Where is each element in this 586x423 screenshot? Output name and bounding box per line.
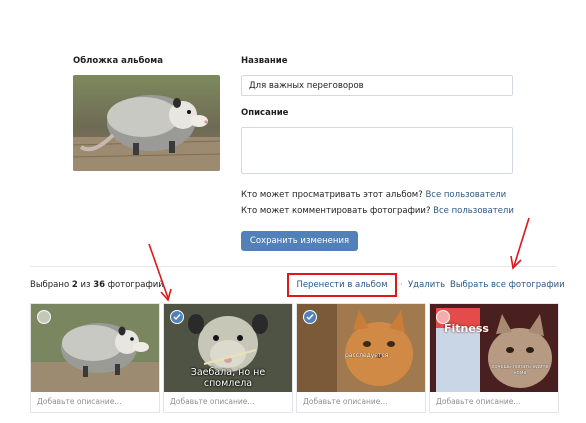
photo-caption[interactable]: Добавьте описание... bbox=[436, 397, 521, 406]
album-cover-image[interactable] bbox=[73, 75, 220, 171]
album-description-input[interactable] bbox=[241, 127, 513, 174]
privacy-view-question: Кто может просматривать этот альбом? bbox=[241, 190, 423, 200]
divider bbox=[30, 266, 556, 267]
photo-card[interactable]: Заебала, но не спомлела Добавьте описани… bbox=[163, 303, 293, 413]
fitness-brand-text: Fitness bbox=[444, 322, 489, 335]
cover-label: Обложка альбома bbox=[73, 56, 163, 66]
total-count: 36 bbox=[93, 280, 106, 290]
move-to-album-button[interactable]: Перенести в альбом bbox=[287, 273, 397, 297]
selection-count: Выбрано 2 из 36 фотографий bbox=[30, 280, 164, 290]
photo-card[interactable]: Добавьте описание... bbox=[30, 303, 160, 413]
photo-thumbnail[interactable]: Заебала, но не спомлела bbox=[164, 304, 292, 392]
checkmark-icon bbox=[173, 314, 181, 321]
select-all-button[interactable]: Выбрать все фотографии bbox=[450, 280, 565, 290]
photo-overlay-text: расследуется bbox=[345, 352, 389, 359]
separator: · bbox=[400, 280, 403, 290]
red-arrow-icon bbox=[148, 243, 172, 302]
selection-suffix: фотографий bbox=[107, 280, 164, 290]
select-checkbox-checked[interactable] bbox=[170, 310, 184, 324]
move-to-album-label: Перенести в альбом bbox=[296, 280, 388, 290]
selection-prefix: Выбрано bbox=[30, 280, 70, 290]
select-checkbox-checked[interactable] bbox=[303, 310, 317, 324]
selection-middle: из bbox=[80, 280, 91, 290]
photo-caption[interactable]: Добавьте описание... bbox=[170, 397, 255, 406]
title-label: Название bbox=[241, 56, 288, 66]
separator: · bbox=[441, 280, 444, 290]
description-label: Описание bbox=[241, 108, 289, 118]
photo-card[interactable]: расследуется Добавьте описание... bbox=[296, 303, 426, 413]
privacy-comment-question: Кто может комментировать фотографии? bbox=[241, 206, 431, 216]
select-checkbox[interactable] bbox=[37, 310, 51, 324]
privacy-view-link[interactable]: Все пользователи bbox=[425, 190, 506, 200]
album-title-input[interactable] bbox=[241, 75, 513, 96]
select-checkbox[interactable] bbox=[436, 310, 450, 324]
photo-thumbnail[interactable]: расследуется bbox=[297, 304, 425, 392]
opossum-photo-icon bbox=[73, 75, 220, 171]
privacy-view-row: Кто может просматривать этот альбом? Все… bbox=[241, 190, 506, 200]
privacy-comment-link[interactable]: Все пользователи bbox=[433, 206, 514, 216]
photo-card[interactable]: Fitness хочешь лопать едите нома Добавьт… bbox=[429, 303, 559, 413]
photo-thumbnail[interactable] bbox=[31, 304, 159, 392]
photo-overlay-text: Заебала, но не спомлела bbox=[190, 367, 266, 389]
selected-count: 2 bbox=[71, 280, 78, 290]
checkmark-icon bbox=[306, 314, 314, 321]
save-changes-button[interactable]: Сохранить изменения bbox=[241, 231, 358, 251]
photo-caption[interactable]: Добавьте описание... bbox=[303, 397, 388, 406]
red-arrow-icon bbox=[510, 217, 530, 270]
delete-button[interactable]: Удалить bbox=[408, 280, 445, 290]
photo-thumbnail[interactable]: Fitness хочешь лопать едите нома bbox=[430, 304, 558, 392]
privacy-comment-row: Кто может комментировать фотографии? Все… bbox=[241, 206, 514, 216]
photo-overlay-text: хочешь лопать едите нома bbox=[491, 364, 549, 376]
photo-caption[interactable]: Добавьте описание... bbox=[37, 397, 122, 406]
